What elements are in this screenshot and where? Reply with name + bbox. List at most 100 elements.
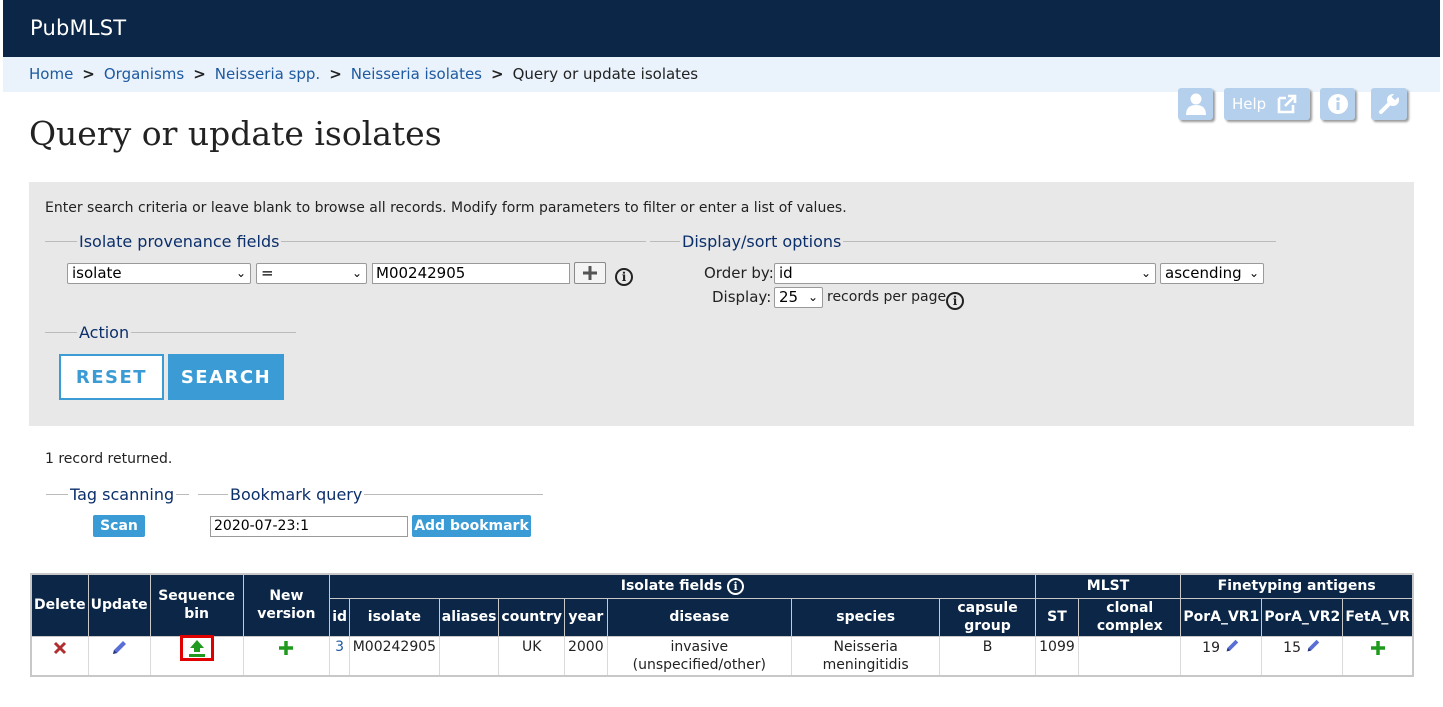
- col-id[interactable]: id: [329, 597, 351, 637]
- col-clonal-line1: clonal: [1106, 600, 1154, 616]
- breadcrumb-separator: >: [82, 65, 95, 83]
- account-button[interactable]: [1178, 88, 1213, 120]
- info-icon[interactable]: i: [615, 268, 633, 286]
- highlight-box: [179, 634, 214, 661]
- plus-icon[interactable]: [278, 640, 294, 656]
- breadcrumb-current: Query or update isolates: [512, 65, 699, 83]
- info-icon[interactable]: i: [946, 292, 964, 310]
- upload-icon[interactable]: [187, 638, 207, 658]
- col-newversion-line1: New: [269, 588, 304, 605]
- reset-button[interactable]: RESET: [59, 354, 164, 400]
- add-bookmark-button[interactable]: Add bookmark: [412, 515, 531, 537]
- display-label: Display:: [712, 288, 772, 306]
- order-direction-select[interactable]: ascending ⌄: [1160, 263, 1264, 284]
- bookmark-name-input[interactable]: 2020-07-23:1: [210, 516, 408, 537]
- external-link-icon: [1277, 94, 1297, 114]
- cell-country: UK: [498, 635, 565, 676]
- order-by-label: Order by:: [704, 264, 774, 282]
- field-select[interactable]: isolate ⌄: [67, 263, 251, 284]
- breadcrumb-home[interactable]: Home: [29, 65, 73, 83]
- col-disease[interactable]: disease: [606, 597, 793, 637]
- cell-disease: invasive (unspecified/other): [606, 635, 793, 676]
- wrench-icon: [1379, 92, 1400, 114]
- bookmark-legend: Bookmark query: [230, 485, 363, 504]
- site-name[interactable]: PubMLST: [30, 16, 126, 40]
- pencil-icon[interactable]: [1224, 638, 1240, 654]
- action-legend: Action: [79, 323, 130, 342]
- col-sequence-bin: Sequence bin: [149, 573, 244, 637]
- col-newversion-line2: version: [257, 606, 316, 623]
- delete-cell: [30, 635, 89, 676]
- display-legend: Display/sort options: [682, 232, 842, 251]
- order-by-value: id: [779, 264, 793, 282]
- user-icon: [1185, 93, 1206, 115]
- group-isolate-fields-label: Isolate fields: [620, 578, 723, 595]
- isolate-id-link[interactable]: 3: [335, 639, 344, 655]
- breadcrumb-organisms[interactable]: Organisms: [104, 65, 184, 83]
- cell-clonal-complex: [1078, 635, 1182, 676]
- col-seqbin-line2: bin: [184, 606, 210, 623]
- add-field-button[interactable]: [574, 262, 606, 284]
- results-table: Delete Update Sequence bin New version Iso…: [30, 573, 1414, 677]
- col-country[interactable]: country: [498, 597, 565, 637]
- form-intro: Enter search criteria or leave blank to …: [45, 200, 847, 216]
- group-finetyping: Finetyping antigens: [1180, 573, 1414, 599]
- cell-capsule-group: B: [939, 635, 1036, 676]
- tools-button[interactable]: [1371, 88, 1407, 120]
- group-mlst: MLST: [1034, 573, 1182, 599]
- col-capsule-group[interactable]: capsule group: [939, 597, 1036, 637]
- breadcrumb-neisseria-isolates[interactable]: Neisseria isolates: [351, 65, 482, 83]
- delete-icon[interactable]: [53, 641, 67, 655]
- cell-year: 2000: [564, 635, 608, 676]
- col-isolate[interactable]: isolate: [349, 597, 440, 637]
- help-button[interactable]: Help: [1224, 88, 1310, 120]
- col-seqbin-line1: Sequence: [158, 588, 236, 605]
- field-select-value: isolate: [72, 264, 122, 282]
- col-capsule-line1: capsule: [957, 600, 1018, 616]
- col-clonal-complex[interactable]: clonal complex: [1078, 597, 1182, 637]
- scan-button[interactable]: Scan: [93, 515, 145, 537]
- bookmark-fieldset: Bookmark query: [198, 485, 543, 505]
- chevron-down-icon: ⌄: [235, 266, 246, 280]
- chevron-down-icon: ⌄: [807, 290, 818, 304]
- breadcrumb-separator: >: [491, 65, 504, 83]
- help-label: Help: [1232, 95, 1267, 113]
- cell-st: 1099: [1034, 635, 1080, 676]
- plus-icon: [583, 266, 597, 280]
- table-row: 3 M00242905 UK 2000 invasive (unspecified…: [30, 634, 1414, 676]
- operator-select[interactable]: = ⌄: [256, 263, 367, 284]
- col-delete: Delete: [30, 573, 89, 637]
- col-pora-vr2[interactable]: PorA_VR2: [1261, 597, 1344, 637]
- info-icon[interactable]: i: [727, 577, 745, 595]
- col-species[interactable]: species: [791, 597, 941, 637]
- cell-id: 3: [329, 635, 351, 676]
- sequence-bin-cell: [149, 634, 244, 676]
- provenance-legend: Isolate provenance fields: [79, 232, 280, 251]
- chevron-down-icon: ⌄: [351, 266, 362, 280]
- operator-select-value: =: [261, 264, 274, 282]
- col-clonal-line2: complex: [1096, 618, 1163, 634]
- pencil-icon[interactable]: [1305, 638, 1321, 654]
- breadcrumb-separator: >: [193, 65, 206, 83]
- order-direction-value: ascending: [1165, 264, 1242, 282]
- chevron-down-icon: ⌄: [1140, 266, 1151, 280]
- search-button[interactable]: SEARCH: [168, 354, 284, 400]
- col-pora-vr1[interactable]: PorA_VR1: [1180, 597, 1263, 637]
- value-input[interactable]: M00242905: [372, 263, 570, 284]
- cell-pora-vr1: 19: [1180, 635, 1263, 676]
- breadcrumb-separator: >: [329, 65, 342, 83]
- display-select[interactable]: 25 ⌄: [774, 287, 823, 308]
- disease-line2: (unspecified/other): [632, 656, 767, 673]
- update-cell: [87, 635, 151, 676]
- col-st[interactable]: ST: [1034, 597, 1080, 637]
- order-by-select[interactable]: id ⌄: [774, 263, 1156, 284]
- col-year[interactable]: year: [564, 597, 608, 637]
- breadcrumb-neisseria-spp[interactable]: Neisseria spp.: [215, 65, 320, 83]
- info-button[interactable]: [1320, 88, 1355, 120]
- disease-line1: invasive: [670, 638, 729, 655]
- pencil-icon[interactable]: [110, 639, 128, 657]
- col-aliases[interactable]: aliases: [438, 597, 500, 637]
- plus-icon[interactable]: [1370, 640, 1386, 656]
- pora-vr2-value: 15: [1283, 639, 1301, 656]
- col-feta-vr[interactable]: FetA_VR: [1342, 597, 1414, 637]
